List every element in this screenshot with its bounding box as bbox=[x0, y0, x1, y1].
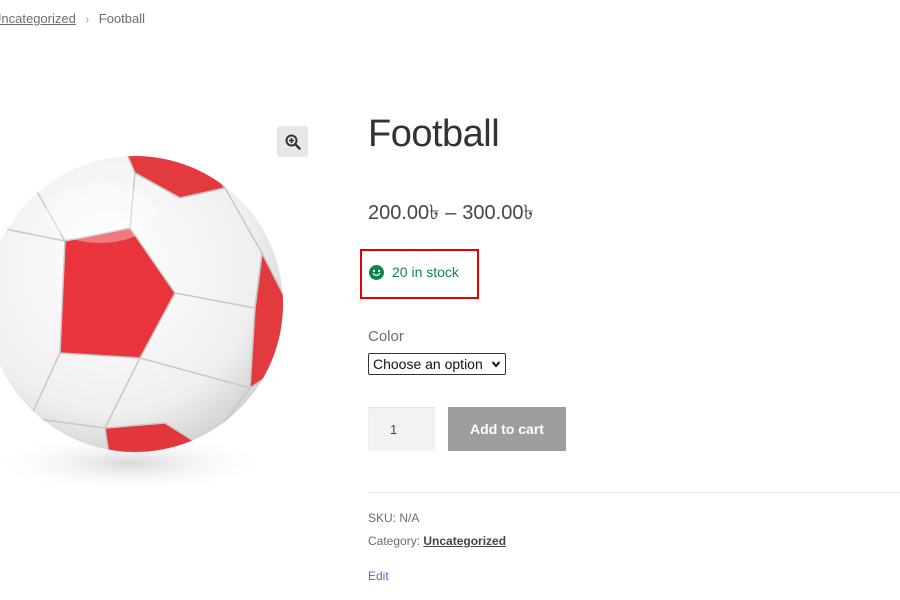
breadcrumb-separator: › bbox=[85, 14, 90, 26]
stock-text: 20 in stock bbox=[392, 264, 459, 280]
price-max: 300.00৳ bbox=[462, 202, 534, 224]
sku-value: N/A bbox=[399, 511, 420, 525]
quantity-input[interactable]: 1 bbox=[368, 407, 435, 451]
color-select[interactable]: Choose an option bbox=[368, 353, 506, 375]
breadcrumb-current: Football bbox=[98, 11, 145, 26]
product-gallery[interactable] bbox=[0, 118, 290, 518]
product-title: Football bbox=[368, 113, 500, 155]
stock-status: 20 in stock bbox=[369, 264, 459, 280]
category-label: Category: bbox=[368, 534, 421, 548]
edit-link[interactable]: Edit bbox=[368, 569, 389, 583]
product-category: Category: Uncategorized bbox=[368, 534, 506, 548]
zoom-button[interactable] bbox=[277, 126, 308, 157]
breadcrumb-link-category[interactable]: Uncategorized bbox=[0, 11, 76, 26]
price-min: 200.00৳ bbox=[368, 202, 440, 224]
breadcrumb: Uncategorized › Football bbox=[0, 11, 145, 26]
smiley-icon bbox=[369, 264, 384, 280]
product-sku: SKU: N/A bbox=[368, 511, 419, 525]
soccer-ball-image bbox=[0, 156, 283, 493]
meta-divider bbox=[368, 492, 900, 493]
product-price: 200.00৳ –300.00৳ bbox=[368, 198, 533, 231]
category-link[interactable]: Uncategorized bbox=[423, 534, 506, 548]
color-select-value: Choose an option bbox=[373, 356, 483, 372]
chevron-down-icon bbox=[491, 361, 501, 368]
magnifier-zoom-icon bbox=[285, 134, 301, 150]
sku-label: SKU: bbox=[368, 511, 397, 525]
add-to-cart-button[interactable]: Add to cart bbox=[448, 407, 566, 451]
price-range-dash: – bbox=[445, 202, 457, 224]
variation-color-label: Color bbox=[368, 328, 404, 345]
